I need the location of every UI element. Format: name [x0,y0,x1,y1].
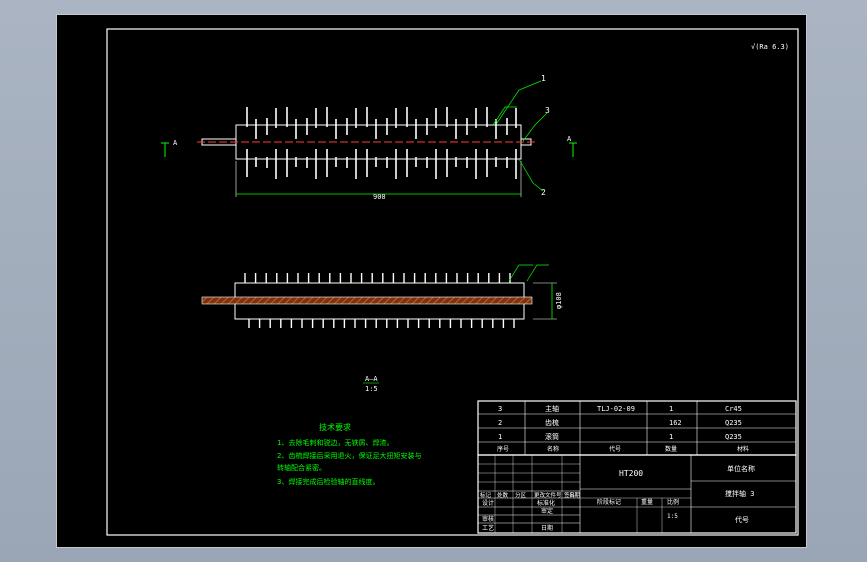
parts-cell-no: 2 [498,419,502,427]
svg-text:A: A [173,139,178,147]
weld-symbol-section-2 [526,264,549,282]
leader-1 [496,80,542,124]
svg-text:A: A [567,135,572,143]
leader-3 [522,112,548,142]
tech-item-2b: 转轴配合紧密。 [277,463,326,472]
title-block: HT200 单位名称 搅拌轴 3 代号 阶段标记 重量 比例 1:5 标记 处数分… [477,454,797,534]
drawing-frame [106,28,799,536]
parts-cell-qty: 1 [669,433,673,441]
mark-row-cell: 更改文件号 [534,491,562,499]
svg-text:代号: 代号 [609,445,621,453]
roughness-note: √(Ra 6.3) [751,43,789,51]
section-scale: 1:5 [365,385,378,393]
parts-cell-material: Q235 [725,433,742,441]
svg-text:标准化: 标准化 [537,499,555,507]
material-cell: HT200 [619,469,643,478]
svg-text:审核: 审核 [482,515,494,523]
mark-row-cell: 分区 [515,491,527,499]
mark-row-cell: 处数 [497,491,509,499]
parts-cell-qty: 162 [669,419,682,427]
mark-row-cell: 日期 [569,492,581,499]
svg-text:序号: 序号 [497,445,509,453]
svg-text:审定: 审定 [541,507,553,515]
tech-item-2: 2、齿梳焊接后采用退火，保证足大扭矩安装与 [277,451,421,460]
parts-list: 3 主轴 TLJ-02-09 1 Cr45 2 齿梳 162 Q235 1 滚筒 1 Q235 序号 名… [477,400,797,456]
diameter-dimension: φ108 [555,292,563,309]
scale-value: 1:5 [667,513,678,520]
svg-text:日期: 日期 [541,524,553,532]
balloon-2: 2 [541,188,546,197]
leader-2 [518,158,544,192]
svg-text:数量: 数量 [665,445,677,453]
svg-text:材料: 材料 [737,445,749,453]
parts-cell-qty: 1 [669,405,673,413]
section-view: φ108 [201,264,563,328]
parts-cell-name: 滚筒 [545,432,559,441]
parts-cell-no: 1 [498,433,502,441]
front-view: 900 1 3 2 A A [161,74,577,201]
parts-header: 序号 名称 代号 数量 材料 [497,445,749,453]
section-mark-left: A [161,139,178,157]
parts-cell-code: TLJ-02-09 [597,405,635,413]
drawing-name: 搅拌轴 3 [725,489,754,498]
balloon-3: 3 [545,106,550,115]
tech-item-1: 1、去除毛刺和锐边，无铁屑、焊渣。 [277,438,393,447]
drawing-code: 代号 [735,515,749,524]
parts-cell-no: 3 [498,405,502,413]
unit-name: 单位名称 [727,464,755,473]
parts-cell-name: 齿梳 [545,418,559,427]
technical-requirements: 技术要求 1、去除毛刺和锐边，无铁屑、焊渣。 2、齿梳焊接后采用退火，保证足大扭… [277,422,421,486]
length-dimension: 900 [373,193,386,201]
parts-cell-material: Cr45 [725,405,742,413]
stage-label: 阶段标记 [597,498,621,506]
svg-text:设计: 设计 [482,499,494,507]
mark-row-cell: 标记 [480,491,492,499]
tech-title: 技术要求 [319,422,351,432]
comb-teeth-front [246,107,517,179]
parts-cell-name: 主轴 [545,404,559,413]
drawing-canvas: √(Ra 6.3) 900 1 3 2 A A φ108 A—A 1:5 技术要… [106,28,799,536]
tech-item-3: 3、焊接完成后检验轴的直线度。 [277,477,379,486]
scale-label: 比例 [667,498,679,506]
section-mark-right: A [567,135,577,157]
cad-viewport[interactable]: √(Ra 6.3) 900 1 3 2 A A φ108 A—A 1:5 技术要… [56,14,807,548]
parts-cell-material: Q235 [725,419,742,427]
weld-symbol-section [508,264,533,282]
shaft-section [201,296,533,305]
svg-text:名称: 名称 [547,445,559,453]
weight-label: 重量 [641,498,653,506]
section-title: A—A [365,375,378,383]
balloon-1: 1 [541,74,546,83]
svg-text:工艺: 工艺 [482,524,494,532]
